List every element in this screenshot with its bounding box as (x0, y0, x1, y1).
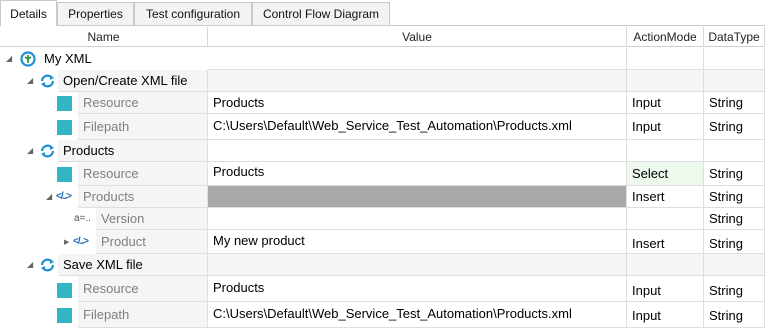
tree-row-products-module[interactable]: ◢ Products (0, 140, 765, 162)
tab-properties[interactable]: Properties (57, 2, 134, 25)
value-cell[interactable] (208, 70, 627, 92)
actionmode-cell[interactable] (627, 48, 704, 70)
tree-node-label: Product (96, 230, 208, 254)
datatype-cell[interactable]: String (704, 186, 765, 208)
column-header-value[interactable]: Value (208, 27, 627, 47)
tree-node-label: Products (58, 140, 208, 162)
column-header-name[interactable]: Name (0, 27, 208, 47)
tree-row-version[interactable]: a=.. Version String (0, 208, 765, 230)
value-cell[interactable]: Products (208, 162, 627, 186)
column-header-actionmode[interactable]: ActionMode (627, 27, 704, 47)
value-cell[interactable] (208, 140, 627, 162)
expanded-arrow-icon[interactable]: ◢ (27, 140, 33, 162)
xml-attribute-icon: a=.. (74, 213, 91, 224)
tree-row-filepath[interactable]: Filepath C:\Users\Default\Web_Service_Te… (0, 114, 765, 140)
value-cell[interactable]: My new product (208, 230, 627, 254)
expanded-arrow-icon[interactable]: ◢ (27, 254, 33, 276)
actionmode-cell[interactable] (627, 70, 704, 92)
xml-tag-icon: </..> (56, 191, 72, 202)
column-header-datatype[interactable]: DataType (704, 27, 765, 47)
actionmode-cell[interactable]: Input (627, 302, 704, 328)
datatype-cell[interactable]: String (704, 208, 765, 230)
teal-square-icon (57, 96, 72, 111)
actionmode-cell[interactable]: Select (627, 162, 704, 186)
refresh-icon (39, 143, 55, 159)
datatype-cell[interactable]: String (704, 230, 765, 254)
actionmode-cell[interactable]: Input (627, 276, 704, 302)
datatype-cell[interactable]: String (704, 162, 765, 186)
testcase-icon (20, 51, 36, 67)
tree-node-label: Open/Create XML file (58, 70, 208, 92)
actionmode-cell[interactable]: Insert (627, 186, 704, 208)
tree-node-label: Version (96, 208, 208, 230)
value-cell[interactable] (208, 48, 627, 70)
value-cell[interactable]: C:\Users\Default\Web_Service_Test_Automa… (208, 302, 627, 328)
teal-square-icon (57, 167, 72, 182)
actionmode-cell[interactable] (627, 254, 704, 276)
teal-square-icon (57, 308, 72, 323)
teal-square-icon (57, 120, 72, 135)
tree-row-resource[interactable]: Resource Products Select String (0, 162, 765, 186)
datatype-cell[interactable] (704, 140, 765, 162)
refresh-icon (39, 73, 55, 89)
tab-control-flow-diagram[interactable]: Control Flow Diagram (252, 2, 390, 25)
details-grid: Name Value ActionMode DataType ◢ My XML … (0, 26, 765, 329)
value-cell[interactable]: Products (208, 276, 627, 302)
datatype-cell[interactable] (704, 254, 765, 276)
value-cell[interactable] (208, 208, 627, 230)
refresh-icon (39, 257, 55, 273)
actionmode-cell[interactable] (627, 140, 704, 162)
actionmode-cell[interactable]: Input (627, 114, 704, 140)
tree-node-label: My XML (44, 51, 92, 66)
tab-details[interactable]: Details (0, 0, 57, 26)
datatype-cell[interactable]: String (704, 92, 765, 114)
expanded-arrow-icon[interactable]: ◢ (27, 70, 33, 92)
tree-row-resource[interactable]: Resource Products Input String (0, 92, 765, 114)
tree-row-filepath[interactable]: Filepath C:\Users\Default\Web_Service_Te… (0, 302, 765, 328)
tree-row-product[interactable]: ▶ </..> Product My new product Insert St… (0, 230, 765, 254)
expanded-arrow-icon[interactable]: ◢ (46, 186, 52, 208)
xml-tag-icon: </..> (73, 236, 89, 247)
collapsed-arrow-icon[interactable]: ▶ (64, 230, 69, 256)
tree-row-resource[interactable]: Resource Products Input String (0, 276, 765, 302)
tab-bar: Details Properties Test configuration Co… (0, 0, 765, 26)
tree-row-open-create-xml-file[interactable]: ◢ Open/Create XML file (0, 70, 765, 92)
actionmode-cell[interactable]: Input (627, 92, 704, 114)
tree-node-label: Filepath (78, 302, 208, 328)
datatype-cell[interactable]: String (704, 276, 765, 302)
value-cell[interactable] (208, 254, 627, 276)
tree-node-label: Resource (78, 92, 208, 114)
value-cell-disabled (208, 186, 627, 208)
datatype-cell[interactable]: String (704, 302, 765, 328)
tree-node-label: Save XML file (58, 254, 208, 276)
datatype-cell[interactable] (704, 70, 765, 92)
actionmode-cell[interactable] (627, 208, 704, 230)
tree-row-my-xml[interactable]: ◢ My XML (0, 48, 765, 70)
tree-row-save-xml-file[interactable]: ◢ Save XML file (0, 254, 765, 276)
datatype-cell[interactable] (704, 48, 765, 70)
tree-node-label: Products (78, 186, 208, 208)
expanded-arrow-icon[interactable]: ◢ (6, 48, 12, 70)
teal-square-icon (57, 283, 72, 298)
value-cell[interactable]: C:\Users\Default\Web_Service_Test_Automa… (208, 114, 627, 140)
value-cell[interactable]: Products (208, 92, 627, 114)
tree-node-label: Resource (78, 162, 208, 186)
tree-node-label: Resource (78, 276, 208, 302)
datatype-cell[interactable]: String (704, 114, 765, 140)
tree-node-label: Filepath (78, 114, 208, 140)
tab-test-configuration[interactable]: Test configuration (134, 2, 252, 25)
tree-row-products-node[interactable]: ◢ </..> Products Insert String (0, 186, 765, 208)
actionmode-cell[interactable]: Insert (627, 230, 704, 254)
